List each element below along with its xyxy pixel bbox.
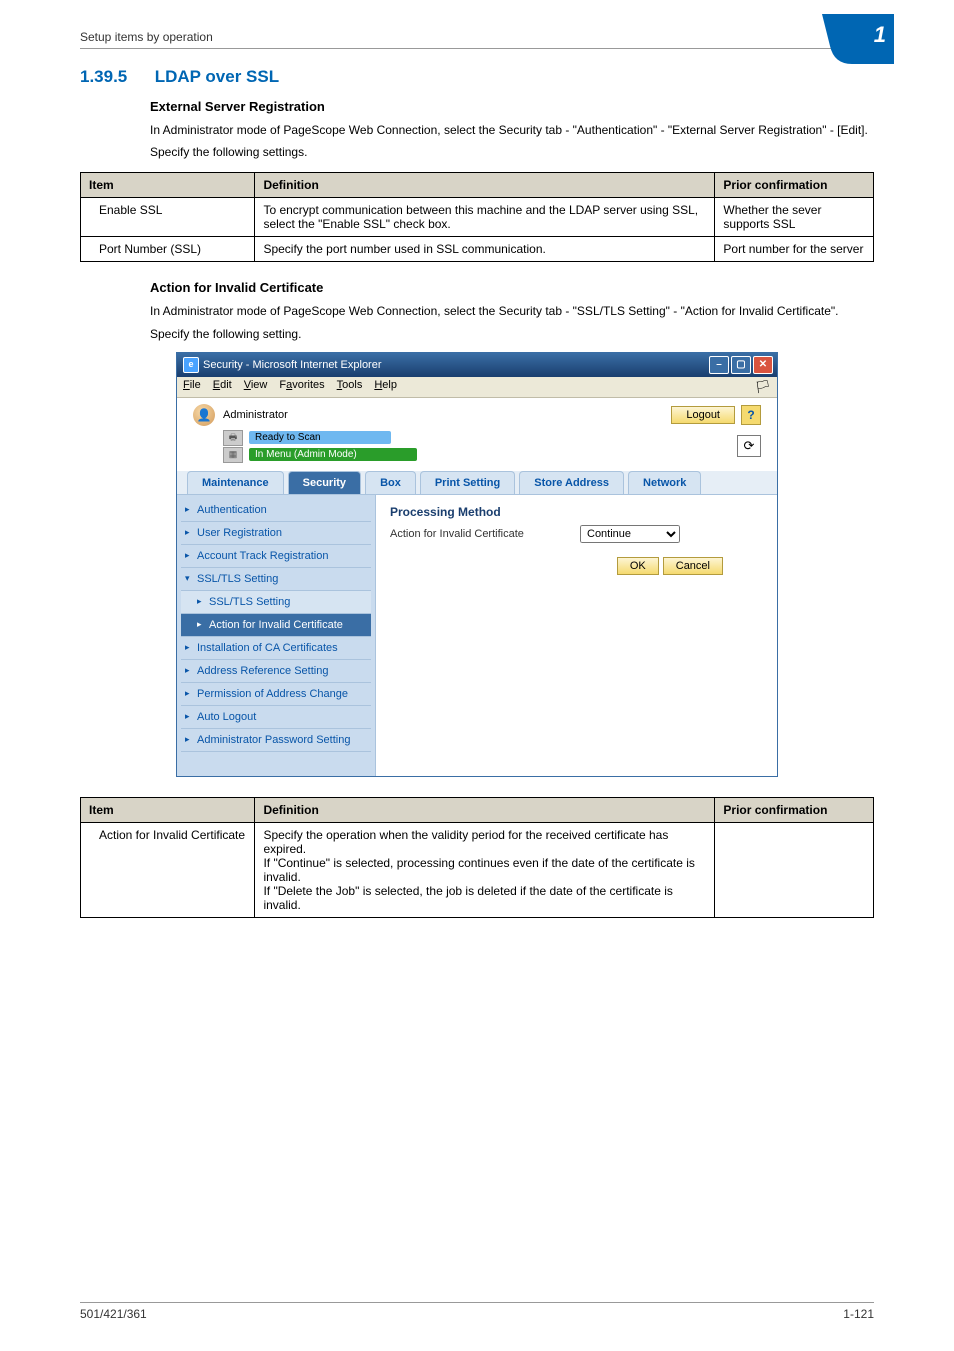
footer-model: 501/421/361 [80, 1307, 147, 1321]
form-label-action-invalid-cert: Action for Invalid Certificate [390, 528, 570, 540]
main-panel: Processing Method Action for Invalid Cer… [376, 495, 777, 776]
sidebar-item-install-ca[interactable]: Installation of CA Certificates [181, 637, 371, 660]
menu-favorites[interactable]: Favorites [279, 379, 324, 395]
table-cell-item: Enable SSL [81, 198, 255, 237]
refresh-icon: ⟳ [744, 438, 755, 454]
window-title: Security - Microsoft Internet Explorer [203, 359, 382, 371]
cancel-button[interactable]: Cancel [663, 557, 723, 575]
sidebar-item-ssl-tls-setting-sub[interactable]: SSL/TLS Setting [181, 591, 371, 614]
table-row: Port Number (SSL)Specify the port number… [81, 237, 874, 262]
section-number: 1.39.5 [80, 67, 150, 87]
chapter-number: 1 [874, 22, 886, 48]
tab-maintenance[interactable]: Maintenance [187, 471, 284, 494]
sidebar-item-permission-address-change[interactable]: Permission of Address Change [181, 683, 371, 706]
sidebar-item-ssl-tls-setting[interactable]: SSL/TLS Setting [181, 568, 371, 591]
maximize-button[interactable]: ▢ [731, 356, 751, 374]
status-ready: 🖶 Ready to Scan [223, 430, 417, 446]
table-header: Definition [255, 173, 715, 198]
ie-titlebar: e Security - Microsoft Internet Explorer… [177, 353, 777, 377]
table-header: Prior confirmation [715, 797, 874, 822]
subheading-external-server-registration: External Server Registration [150, 99, 874, 114]
sidebar-item-action-invalid-cert[interactable]: Action for Invalid Certificate [181, 614, 371, 637]
action-invalid-cert-select[interactable]: ContinueDelete the Job [580, 525, 680, 543]
printer-icon: 🖶 [223, 430, 243, 446]
tab-security[interactable]: Security [288, 471, 361, 494]
table-row: Action for Invalid CertificateSpecify th… [81, 822, 874, 917]
sidebar-item-user-registration[interactable]: User Registration [181, 522, 371, 545]
table-cell-item: Action for Invalid Certificate [81, 822, 255, 917]
tab-store-address[interactable]: Store Address [519, 471, 624, 494]
page-footer: 501/421/361 1-121 [80, 1302, 874, 1321]
admin-label: Administrator [223, 409, 288, 421]
menu-edit[interactable]: Edit [213, 379, 232, 395]
menu-tools[interactable]: Tools [337, 379, 363, 395]
sidebar-item-address-reference[interactable]: Address Reference Setting [181, 660, 371, 683]
section-heading: 1.39.5 LDAP over SSL [80, 67, 874, 87]
sidebar-item-authentication[interactable]: Authentication [181, 499, 371, 522]
table-cell-item: Port Number (SSL) [81, 237, 255, 262]
refresh-button[interactable]: ⟳ [737, 435, 761, 457]
tab-print-setting[interactable]: Print Setting [420, 471, 515, 494]
settings-table-action-invalid: Item Definition Prior confirmation Actio… [80, 797, 874, 918]
table-row: Enable SSLTo encrypt communication betwe… [81, 198, 874, 237]
tab-box[interactable]: Box [365, 471, 416, 494]
table-cell-definition: Specify the operation when the validity … [255, 822, 715, 917]
settings-table-enable-ssl: Item Definition Prior confirmation Enabl… [80, 172, 874, 262]
sidebar-item-admin-password[interactable]: Administrator Password Setting [181, 729, 371, 752]
minimize-button[interactable]: – [709, 356, 729, 374]
menu-file[interactable]: File [183, 379, 201, 395]
menu-view[interactable]: View [244, 379, 268, 395]
subheading-action-invalid-certificate: Action for Invalid Certificate [150, 280, 874, 295]
ie-window: e Security - Microsoft Internet Explorer… [176, 352, 778, 777]
sidebar: Authentication User Registration Account… [177, 495, 376, 776]
logout-button[interactable]: Logout [671, 406, 735, 424]
running-header: Setup items by operation [80, 30, 874, 49]
table-cell-prior-confirmation: Whether the sever supports SSL [715, 198, 874, 237]
table-header: Item [81, 797, 255, 822]
ie-flag-icon: 🏳 [754, 379, 771, 395]
table-cell-definition: Specify the port number used in SSL comm… [255, 237, 715, 262]
table-header: Prior confirmation [715, 173, 874, 198]
table-cell-prior-confirmation: Port number for the server [715, 237, 874, 262]
panel-icon: ▦ [223, 447, 243, 463]
table-header: Item [81, 173, 255, 198]
paragraph: Specify the following settings. [150, 144, 874, 160]
admin-avatar-icon: 👤 [193, 404, 215, 426]
menu-help[interactable]: Help [374, 379, 397, 395]
paragraph: Specify the following setting. [150, 326, 874, 342]
section-title: LDAP over SSL [155, 67, 279, 86]
paragraph: In Administrator mode of PageScope Web C… [150, 122, 874, 138]
status-admin-mode: ▦ In Menu (Admin Mode) [223, 447, 417, 463]
ie-menubar: File Edit View Favorites Tools Help 🏳 [177, 377, 777, 398]
footer-page-number: 1-121 [843, 1307, 874, 1321]
form-title: Processing Method [390, 505, 763, 519]
sidebar-item-account-track[interactable]: Account Track Registration [181, 545, 371, 568]
tab-bar: Maintenance Security Box Print Setting S… [177, 471, 777, 495]
paragraph: In Administrator mode of PageScope Web C… [150, 303, 874, 319]
tab-network[interactable]: Network [628, 471, 701, 494]
ok-button[interactable]: OK [617, 557, 659, 575]
close-button[interactable]: ✕ [753, 356, 773, 374]
table-cell-definition: To encrypt communication between this ma… [255, 198, 715, 237]
help-button[interactable]: ? [741, 405, 761, 425]
table-cell-prior-confirmation [715, 822, 874, 917]
chapter-corner-badge: 1 [822, 14, 894, 64]
sidebar-item-auto-logout[interactable]: Auto Logout [181, 706, 371, 729]
table-header: Definition [255, 797, 715, 822]
ie-icon: e [183, 357, 199, 373]
